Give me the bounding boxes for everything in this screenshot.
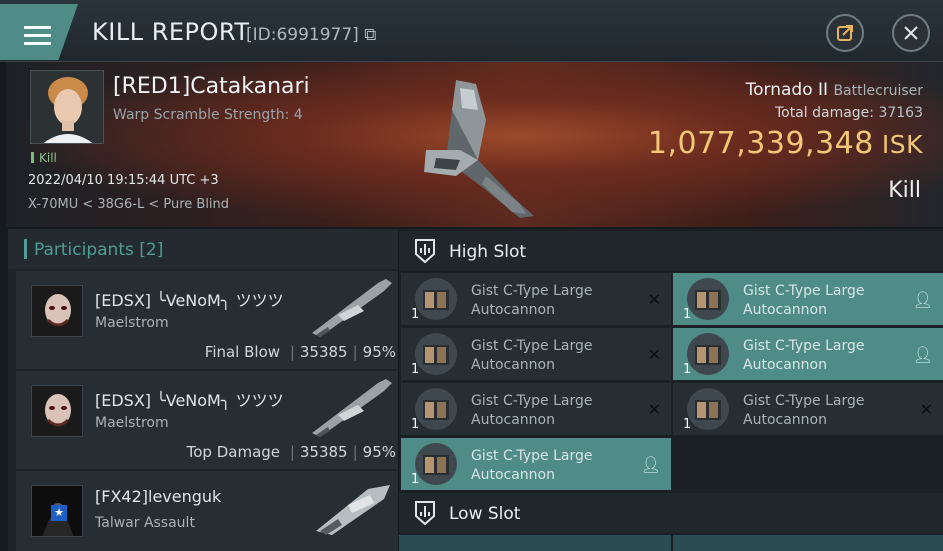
autocannon-icon — [687, 333, 729, 375]
autocannon-icon — [415, 388, 457, 430]
victim-header: [RED1]Catakanari Warp Scramble Strength:… — [6, 62, 943, 227]
participant-stats: Top Damage | 35385 | 95% — [186, 443, 396, 461]
high-slot-icon — [415, 239, 435, 264]
module-item[interactable]: 1 Gist C-Type Large Autocannon 👤︎ — [673, 273, 943, 325]
participant-row[interactable]: [EDSX] ╰VeNoM╮ ツツツ Maelstrom Final Blow … — [16, 271, 398, 369]
share-button[interactable] — [826, 14, 864, 52]
page-title: KILL REPORT — [92, 18, 250, 46]
module-item[interactable]: 1 Gist C-Type Large Autocannon ✕ — [401, 328, 671, 380]
victim-portrait[interactable] — [30, 70, 104, 144]
ship-name[interactable]: Tornado II Battlecruiser — [746, 80, 923, 100]
copy-icon[interactable]: ⧉ — [364, 25, 376, 45]
participant-row[interactable]: ★ [FX42]levenguk Talwar Assault — [16, 471, 398, 551]
destroyed-x-icon: ✕ — [647, 290, 661, 309]
destroyed-x-icon: ✕ — [647, 345, 661, 364]
menu-button[interactable] — [0, 4, 78, 60]
participant-stats: Final Blow | 35385 | 95% — [204, 343, 396, 361]
participant-name: [EDSX] ╰VeNoM╮ ツツツ — [95, 291, 284, 310]
participants-header: Participants [2] — [8, 229, 398, 269]
destroyed-x-icon: ✕ — [647, 400, 661, 419]
close-icon — [904, 26, 918, 40]
person-icon: 👤︎ — [912, 345, 933, 364]
high-slot-header: High Slot — [399, 231, 943, 271]
victim-name: [RED1]Catakanari — [113, 74, 310, 99]
top-bar: KILL REPORT [ID:6991977] ⧉ — [0, 0, 943, 62]
autocannon-icon — [687, 388, 729, 430]
autocannon-icon — [415, 443, 457, 485]
module-item[interactable]: 1 Gist C-Type Large Autocannon ✕ — [673, 383, 943, 435]
person-icon: 👤︎ — [912, 290, 933, 309]
low-slot-icon — [415, 501, 435, 526]
participant-name: [FX42]levenguk — [95, 487, 222, 506]
victim-subtitle: Warp Scramble Strength: 4 — [113, 107, 303, 123]
share-external-icon — [837, 25, 853, 41]
person-icon: 👤︎ — [640, 455, 661, 474]
kill-location[interactable]: X-70MU < 38G6-L < Pure Blind — [28, 197, 229, 212]
star-icon: ★ — [51, 505, 67, 521]
participant-avatar — [31, 285, 83, 337]
participant-avatar — [31, 385, 83, 437]
participant-ship: Maelstrom — [95, 415, 169, 431]
outcome-label: Kill — [888, 178, 921, 203]
close-button[interactable] — [892, 14, 930, 52]
participants-panel: Participants [2] [EDSX] ╰VeNoM╮ ツツツ Mael… — [8, 229, 398, 551]
module-item[interactable]: 1 Gist C-Type Large Autocannon 👤︎ — [401, 438, 671, 490]
participant-ship: Maelstrom — [95, 315, 169, 331]
low-slot-row-partial[interactable] — [399, 535, 943, 551]
kill-datetime: 2022/04/10 19:15:44 UTC +3 — [28, 173, 219, 188]
participant-weapon-image — [312, 379, 392, 437]
module-item[interactable]: 1 Gist C-Type Large Autocannon ✕ — [401, 383, 671, 435]
fitting-panel: High Slot 1 Gist C-Type Large Autocannon… — [399, 229, 943, 551]
participant-weapon-image — [312, 279, 392, 337]
total-damage: Total damage: 37163 — [774, 105, 923, 121]
kill-tag: Kill — [31, 151, 57, 165]
participant-ship: Talwar Assault — [95, 515, 195, 531]
destroyed-x-icon: ✕ — [919, 400, 933, 419]
low-slot-header: Low Slot — [399, 493, 943, 533]
module-item[interactable]: 1 Gist C-Type Large Autocannon 👤︎ — [673, 328, 943, 380]
module-item[interactable]: 1 Gist C-Type Large Autocannon ✕ — [401, 273, 671, 325]
participant-name: [EDSX] ╰VeNoM╮ ツツツ — [95, 391, 284, 410]
victim-ship-image[interactable] — [416, 80, 546, 220]
participant-row[interactable]: [EDSX] ╰VeNoM╮ ツツツ Maelstrom Top Damage … — [16, 371, 398, 469]
autocannon-icon — [415, 278, 457, 320]
report-id: [ID:6991977] ⧉ — [246, 25, 377, 45]
isk-value: 1,077,339,348 ISK — [647, 126, 923, 161]
autocannon-icon — [687, 278, 729, 320]
hamburger-icon — [24, 26, 51, 46]
participant-ship-image — [316, 485, 390, 535]
autocannon-icon — [415, 333, 457, 375]
